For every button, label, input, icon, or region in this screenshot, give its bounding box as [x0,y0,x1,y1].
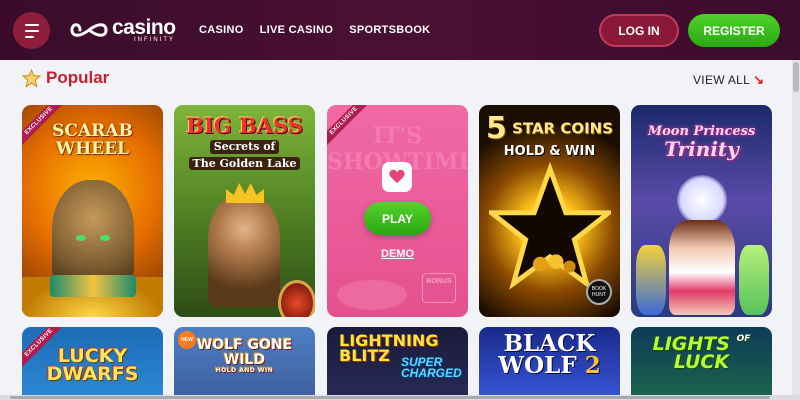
title-line: Secrets of [209,140,280,154]
popular-section-header: Popular [22,68,109,88]
top-header: casino INFINITY CASINO LIVE CASINO SPORT… [0,0,800,60]
login-button[interactable]: LOG IN [599,14,679,47]
game-title: SCARAB WHEEL [22,122,163,159]
shark-art [337,280,407,310]
game-tile-wolf-gone-wild[interactable]: WOLF GONE WILD HOLD AND WIN NEW [174,327,315,400]
game-title: Moon Princess Trinity [631,125,772,160]
section-title: Popular [46,68,110,87]
favorite-button[interactable] [382,162,412,192]
menu-line [24,29,39,32]
game-title: BLACK WOLF 2 [479,332,620,379]
star-icon [22,68,41,88]
infinity-icon [70,23,108,37]
register-button[interactable]: REGISTER [688,14,780,47]
bonus-badge: BONUS [422,273,456,303]
king-art [208,195,280,307]
nav-live-casino[interactable]: LIVE CASINO [260,24,334,36]
game-title: BIG BASS Secrets of The Golden Lake [174,113,315,171]
title-line: WHEEL [55,138,130,159]
game-title: LUCKY DWARFS [22,346,163,386]
title-line: OF [736,334,751,344]
new-badge: NEW [178,331,196,349]
title-number: 5 [485,111,507,146]
arrow-down-right-icon: ↘ [753,72,765,87]
title-subtext: SUPER CHARGED [401,356,462,381]
view-all-link[interactable]: VIEW ALL ↘ [693,72,764,88]
logo-wordmark: casino [112,16,176,39]
game-tile-big-bass[interactable]: BIG BASS Secrets of The Golden Lake [174,105,315,317]
nav-sportsbook[interactable]: SPORTSBOOK [349,24,430,36]
cat-eye [76,235,86,241]
crown-icon [226,183,264,203]
play-button[interactable]: PLAY [364,202,431,235]
cat-art [52,180,134,290]
title-line: LUCK [673,351,730,374]
horizontal-scrollbar-thumb[interactable] [10,396,770,399]
title-line: CHARGED [401,366,462,381]
game-tile-lucky-dwarfs[interactable]: LUCKY DWARFS EXCLUSIVE [22,327,163,400]
game-tile-scarab-wheel[interactable]: SCARAB WHEEL EXCLUSIVE [22,105,163,317]
title-line: Trinity [664,136,739,161]
view-all-label: VIEW ALL [693,73,751,87]
game-tile-black-wolf-2[interactable]: BLACK WOLF 2 [479,327,620,400]
title-line: DWARFS [46,363,139,386]
logo-subtitle: INFINITY [134,37,175,43]
title-text: STAR COINS [512,119,614,138]
nav-casino[interactable]: CASINO [199,24,244,36]
moon-art [677,175,727,225]
collar-art [50,275,136,297]
game-tile-moon-princess[interactable]: Moon Princess Trinity [631,105,772,317]
hamburger-menu-button[interactable] [13,12,50,49]
character-art [669,220,735,315]
character-art [636,245,666,315]
title-number: 2 [584,351,601,379]
game-title: LIGHTS OF LUCK [631,334,772,374]
game-tile-5-star-coins[interactable]: 5 STAR COINS HOLD & WIN BOOK HUNT [479,105,620,317]
title-line: WOLF [498,351,577,379]
heart-icon [389,169,405,184]
title-line: HOLD & WIN [503,143,596,159]
shield-art [278,280,315,317]
game-tile-lights-of-luck[interactable]: LIGHTS OF LUCK [631,327,772,400]
game-tile-lightning-blitz[interactable]: LIGHTNING BLITZ SUPER CHARGED [327,327,468,400]
casino-infinity-logo[interactable]: casino INFINITY [70,16,176,44]
title-line: BIG BASS [186,113,303,138]
character-art [739,245,769,315]
provider-badge: BOOK HUNT [586,279,612,305]
title-line: HOLD AND WIN [215,367,274,375]
title-line: 5 STAR COINS [479,113,620,145]
menu-line [24,35,34,38]
game-tile-hovered[interactable]: IT'S SHOWTIME! BONUS PLAY DEMO EXCLUSIVE [327,105,468,317]
game-title: 5 STAR COINS HOLD & WIN [479,113,620,158]
main-nav: CASINO LIVE CASINO SPORTSBOOK [199,24,430,36]
vertical-scrollbar[interactable] [792,60,800,400]
scrollbar-thumb[interactable] [793,62,799,92]
cat-eye [100,235,110,241]
title-line: WOLF GONE WILD [196,337,293,368]
title-line: The Golden Lake [188,156,301,171]
menu-line [24,23,39,26]
demo-link[interactable]: DEMO [327,248,468,260]
